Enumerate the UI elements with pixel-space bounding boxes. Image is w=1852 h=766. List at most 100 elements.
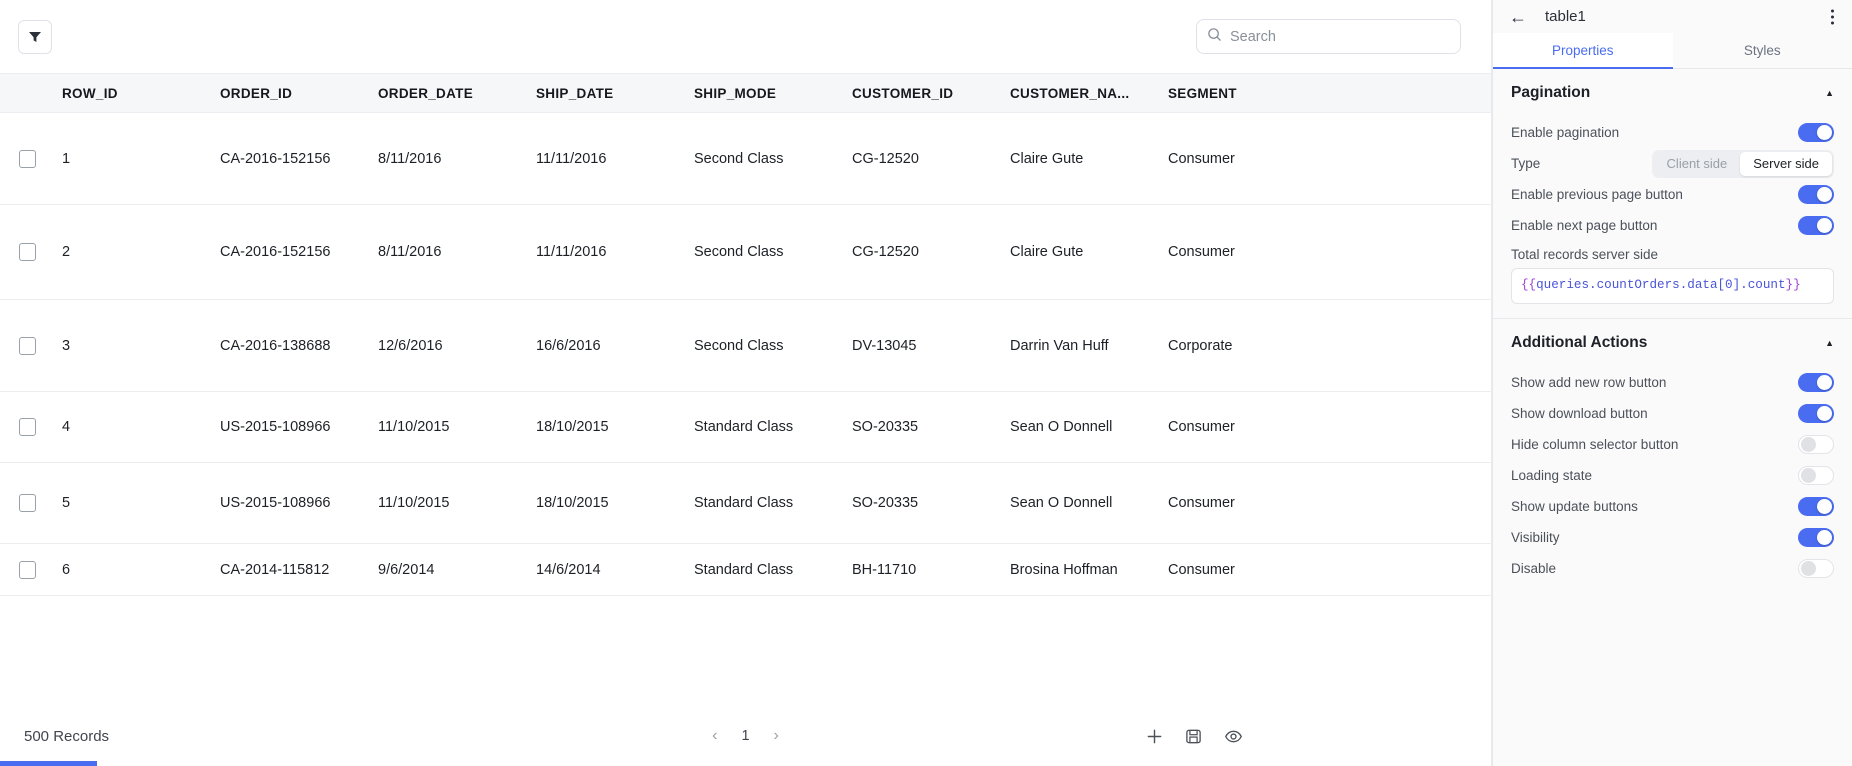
section-additional-actions: Additional Actions ▲ Show add new row bu…: [1493, 317, 1852, 584]
toggle-show-add-new-row-button[interactable]: [1798, 372, 1834, 392]
row-show-add-new-row-button: Show add new row button: [1511, 367, 1834, 398]
cell-ship-date: 18/10/2015: [536, 419, 609, 435]
toggle-visibility[interactable]: [1798, 527, 1834, 547]
segment-client-side[interactable]: Client side: [1654, 152, 1741, 176]
column-header-order-id[interactable]: ORDER_ID: [220, 86, 378, 101]
row-enable-prev-page: Enable previous page button: [1511, 179, 1834, 210]
row-checkbox[interactable]: [19, 336, 36, 355]
row-checkbox[interactable]: [19, 418, 36, 436]
toggle-enable-next-page-button[interactable]: [1798, 216, 1834, 235]
back-arrow-icon[interactable]: ←: [1509, 8, 1527, 26]
row-label: Type: [1511, 156, 1541, 171]
table-header-row: ROW_ID ORDER_ID ORDER_DATE SHIP_DATE SHI…: [0, 73, 1491, 113]
cell-ship-date: 14/6/2014: [536, 561, 601, 578]
cell-customer-name: Darrin Van Huff: [1010, 337, 1109, 354]
tab-styles[interactable]: Styles: [1672, 33, 1852, 68]
footer-action-icons: [1146, 727, 1243, 746]
cell-customer-name: Claire Gute: [1010, 244, 1084, 260]
row-checkbox-cell[interactable]: [0, 336, 62, 355]
segment-server-side[interactable]: Server side: [1740, 151, 1832, 176]
column-header-ship-mode[interactable]: SHIP_MODE: [694, 86, 852, 101]
plus-icon[interactable]: [1146, 728, 1163, 745]
table-toolbar: [0, 0, 1491, 73]
cell-ship-date: 11/11/2016: [536, 150, 607, 167]
cell-order-date: 11/10/2015: [378, 419, 450, 435]
column-header-ship-date[interactable]: SHIP_DATE: [536, 86, 694, 101]
app-root: ROW_ID ORDER_ID ORDER_DATE SHIP_DATE SHI…: [0, 0, 1852, 766]
save-icon[interactable]: [1185, 728, 1202, 745]
table-row[interactable]: 6 CA-2014-115812 9/6/2014 14/6/2014 Stan…: [0, 544, 1491, 596]
table-row[interactable]: 4 US-2015-108966 11/10/2015 18/10/2015 S…: [0, 392, 1491, 463]
search-box[interactable]: [1196, 19, 1461, 54]
eye-icon[interactable]: [1224, 727, 1243, 746]
row-checkbox-cell[interactable]: [0, 418, 62, 436]
row-checkbox[interactable]: [19, 149, 36, 168]
section-additional-actions-header[interactable]: Additional Actions ▲: [1511, 319, 1834, 367]
table-row[interactable]: 1 CA-2016-152156 8/11/2016 11/11/2016 Se…: [0, 113, 1491, 205]
column-header-customer-id[interactable]: CUSTOMER_ID: [852, 86, 1010, 101]
cell-segment: Consumer: [1168, 244, 1235, 260]
input-total-records-server-side[interactable]: {{queries.countOrders.data[0].count}}: [1511, 268, 1834, 304]
cell-customer-name: Sean O Donnell: [1010, 419, 1113, 435]
section-pagination-header[interactable]: Pagination ▲: [1511, 69, 1834, 117]
next-page-button[interactable]: ›: [770, 726, 783, 746]
cell-ship-mode: Standard Class: [694, 419, 794, 435]
cell-order-date: 11/10/2015: [378, 495, 450, 511]
caret-up-icon[interactable]: ▲: [1825, 88, 1834, 98]
row-checkbox[interactable]: [19, 494, 36, 512]
table-row[interactable]: 5 US-2015-108966 11/10/2015 18/10/2015 S…: [0, 463, 1491, 544]
kebab-menu-icon[interactable]: [1831, 9, 1834, 24]
row-show-update-buttons: Show update buttons: [1511, 491, 1834, 522]
pagination-controls: ‹ 1 ›: [0, 726, 1491, 746]
toggle-loading-state[interactable]: [1798, 465, 1834, 485]
toggle-show-download-button[interactable]: [1798, 403, 1834, 423]
row-enable-next-page: Enable next page button: [1511, 210, 1834, 241]
cell-order-id: US-2015-108966: [220, 495, 331, 511]
prev-page-button[interactable]: ‹: [708, 726, 721, 746]
row-checkbox[interactable]: [19, 243, 36, 261]
row-visibility: Visibility: [1511, 522, 1834, 553]
column-header-customer-name[interactable]: CUSTOMER_NA...: [1010, 86, 1168, 101]
row-label: Show add new row button: [1511, 374, 1667, 390]
code-open-brace: {{: [1521, 278, 1537, 292]
cell-segment: Consumer: [1168, 495, 1235, 511]
toggle-show-update-buttons[interactable]: [1798, 496, 1834, 516]
column-header-segment[interactable]: SEGMENT: [1168, 86, 1328, 101]
cell-row-id: 3: [62, 337, 71, 354]
toggle-hide-column-selector-button[interactable]: [1798, 434, 1834, 454]
section-pagination: Pagination ▲ Enable pagination Type Clie…: [1493, 69, 1852, 304]
row-label: Show download button: [1511, 405, 1648, 421]
page-number-1[interactable]: 1: [736, 728, 756, 744]
cell-row-id: 2: [62, 244, 71, 260]
cell-segment: Consumer: [1168, 419, 1235, 435]
toggle-enable-pagination[interactable]: [1798, 123, 1834, 142]
column-header-order-date[interactable]: ORDER_DATE: [378, 86, 536, 101]
row-checkbox-cell[interactable]: [0, 149, 62, 168]
cell-order-date: 9/6/2014: [378, 561, 435, 578]
cell-row-id: 4: [62, 419, 71, 435]
row-checkbox-cell[interactable]: [0, 560, 62, 579]
cell-ship-mode: Second Class: [694, 337, 784, 354]
panel-title: table1: [1545, 8, 1586, 25]
filter-button[interactable]: [18, 19, 52, 54]
toggle-disable[interactable]: [1798, 558, 1834, 578]
row-checkbox-cell[interactable]: [0, 243, 62, 261]
cell-ship-date: 18/10/2015: [536, 495, 609, 511]
caret-up-icon[interactable]: ▲: [1825, 338, 1834, 348]
column-header-row-id[interactable]: ROW_ID: [62, 86, 220, 101]
toggle-enable-previous-page-button[interactable]: [1798, 185, 1834, 204]
table-widget: ROW_ID ORDER_ID ORDER_DATE SHIP_DATE SHI…: [0, 0, 1492, 766]
cell-ship-mode: Standard Class: [694, 495, 794, 511]
row-checkbox[interactable]: [19, 560, 36, 579]
table-row[interactable]: 3 CA-2016-138688 12/6/2016 16/6/2016 Sec…: [0, 300, 1491, 392]
cell-order-date: 12/6/2016: [378, 337, 443, 354]
selection-indicator-bar: [0, 761, 97, 766]
table-row[interactable]: 2 CA-2016-152156 8/11/2016 11/11/2016 Se…: [0, 205, 1491, 300]
cell-ship-date: 11/11/2016: [536, 244, 607, 260]
cell-customer-name: Claire Gute: [1010, 150, 1084, 167]
tab-properties[interactable]: Properties: [1493, 33, 1673, 69]
cell-segment: Consumer: [1168, 561, 1235, 578]
row-checkbox-cell[interactable]: [0, 494, 62, 512]
search-input[interactable]: [1230, 28, 1450, 45]
segmented-pagination-type: Client side Server side: [1651, 149, 1834, 178]
